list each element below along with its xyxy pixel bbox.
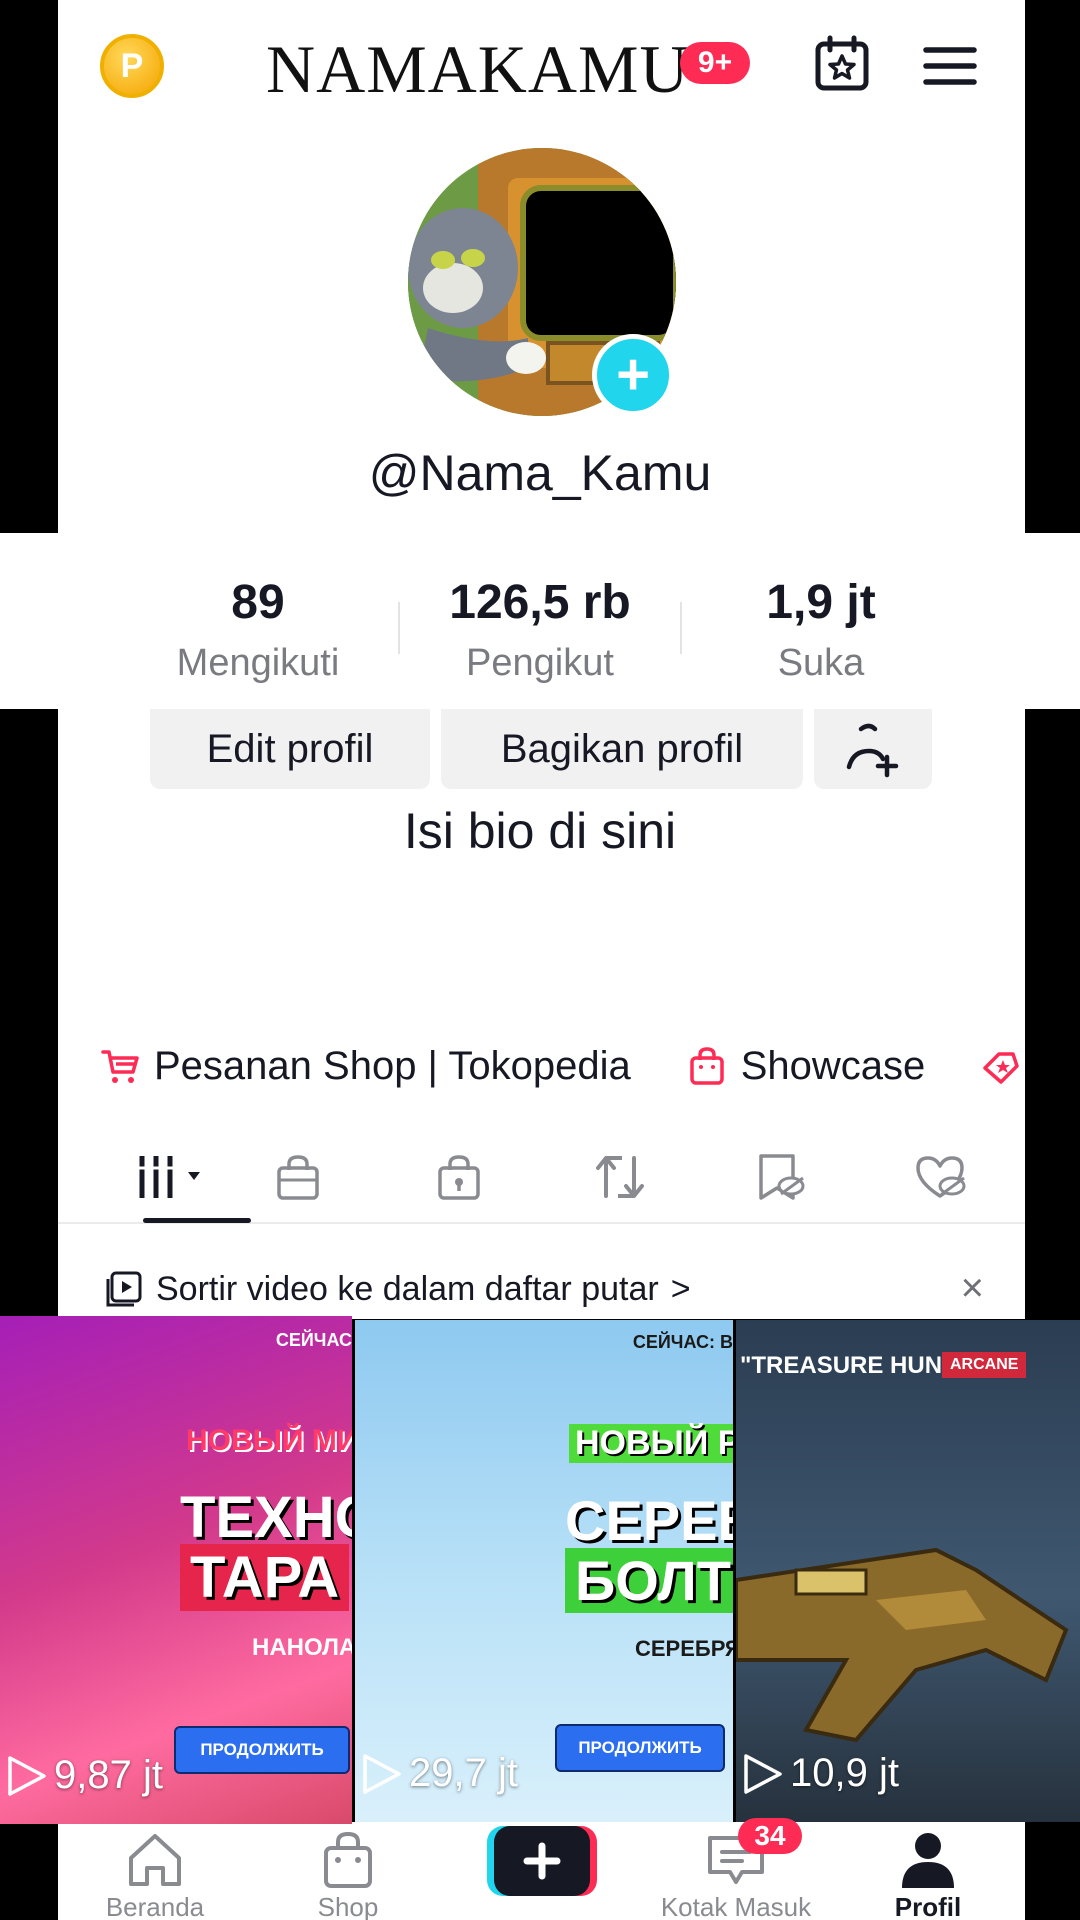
stat-likes[interactable]: 1,9 jt Suka [691,575,951,685]
cart-icon [101,1050,139,1083]
stat-value: 126,5 rb [449,576,631,629]
link-label: Showcase [740,1043,926,1088]
add-friend-button[interactable] [814,709,932,789]
edit-profile-button[interactable]: Edit profil [150,709,430,789]
nav-label: Beranda [105,1892,205,1920]
stat-label: Mengikuti [176,642,340,684]
add-person-icon [846,723,899,778]
content-tabs [58,1130,1025,1224]
shop-bag-icon [277,1155,319,1200]
profile-person-icon [902,1833,954,1888]
view-count: 10,9 jt [740,1751,899,1796]
overlay-text: ТАРА [180,1544,350,1611]
tab-private[interactable] [419,1142,499,1212]
playlist-prompt[interactable]: Sortir video ke dalam daftar putar > × [104,1264,984,1314]
tab-favorites[interactable] [741,1142,821,1212]
profile-links-row: Pesanan Shop | Tokopedia Showcase La [100,1036,1025,1096]
home-icon [129,1834,181,1886]
divider [398,602,400,654]
hamburger-menu-icon[interactable] [920,36,980,96]
create-button[interactable] [487,1826,597,1896]
play-outline-icon [8,1755,46,1796]
link-third[interactable]: La [981,1044,1025,1089]
stat-value: 89 [231,576,285,629]
coin-rewards-icon[interactable]: P [100,34,164,98]
share-profile-button[interactable]: Bagikan profil [441,709,803,789]
calendar-star-icon[interactable] [812,34,872,94]
overlay-text: НАНОЛА [252,1634,352,1661]
notification-badge: 9+ [680,42,750,84]
shop-bag-icon [324,1831,372,1888]
playlist-icon [106,1271,142,1307]
bio-text: Isi bio di sini [403,803,677,859]
video-thumbnail[interactable]: СЕЙЧАС: В НОВЫЙ Р СЕРЕБІ БОЛТ СЕРЕБРЯ ПР… [355,1320,733,1822]
overlay-text: СЕЙЧАС: В [632,1332,733,1352]
tab-videos[interactable] [104,1142,244,1212]
hidden-bookmark-icon [759,1154,805,1200]
plus-icon [487,1826,597,1896]
lock-bag-icon [438,1155,480,1200]
view-count-value: 29,7 jt [409,1751,518,1795]
stat-label: Pengikut [466,642,614,684]
overlay-text: НОВЫЙ МИ [186,1424,352,1457]
nav-label: Profil [894,1892,962,1920]
tab-shop[interactable] [258,1142,338,1212]
nav-label: Kotak Masuk [660,1892,812,1920]
coin-letter: P [120,46,144,85]
overlay-text: НОВЫЙ Р [569,1424,733,1463]
overlay-text: СЕРЕБРЯ [635,1636,733,1661]
overlay-text: СЕЙЧАС [275,1330,352,1350]
link-label: Pesanan Shop | Tokopedia [154,1043,631,1088]
repost-icon [596,1156,644,1198]
nav-shop[interactable]: Shop [268,1826,428,1920]
view-count: 9,87 jt [4,1753,163,1798]
tab-liked[interactable] [902,1142,982,1212]
view-count-value: 10,9 jt [790,1751,899,1795]
hidden-heart-icon [916,1156,966,1198]
video-thumbnail[interactable]: СЕЙЧАС НОВЫЙ МИ ТЕХНО ТАРА НАНОЛА ПРОДОЛ… [0,1316,352,1824]
profile-name-title[interactable]: NAMAKAMU [266,30,690,109]
overlay-cta: ПРОДОЛЖИТЬ [174,1726,350,1774]
divider [680,602,682,654]
view-count-value: 9,87 jt [54,1753,163,1797]
close-icon[interactable]: × [961,1266,984,1311]
overlay-text: БОЛТ [565,1548,733,1613]
profile-content-panel [58,709,1025,1319]
nav-profile[interactable]: Profil [848,1826,1008,1920]
playlist-prompt-label: Sortir video ke dalam daftar putar [156,1269,659,1308]
overlay-cta: ПРОДОЛЖИТЬ [555,1724,725,1772]
active-tab-indicator [143,1218,251,1223]
play-outline-icon [363,1753,401,1794]
shopping-bag-icon [689,1047,724,1085]
username: @Nama_Kamu [368,445,712,501]
stat-followers[interactable]: 126,5 rb Pengikut [410,575,670,685]
add-photo-plus-icon[interactable]: + [592,334,674,416]
nav-label: Shop [317,1892,379,1920]
view-count: 29,7 jt [359,1751,518,1796]
link-shop-orders[interactable]: Pesanan Shop | Tokopedia [100,1044,631,1089]
rifle-illustration [736,1547,1069,1743]
play-outline-icon [744,1753,782,1794]
inbox-badge: 34 [738,1818,802,1854]
overlay-text: ТЕХНО [180,1485,352,1550]
tab-reposts[interactable] [580,1142,660,1212]
overlay-text: ARCANE [942,1352,1027,1378]
stat-label: Suka [777,642,865,684]
overlay-text: СЕРЕБІ [565,1489,733,1552]
grid-icon [136,1156,200,1198]
stat-value: 1,9 jt [766,576,876,629]
chevron-right-icon: > [670,1269,691,1308]
stat-following[interactable]: 89 Mengikuti [128,575,388,685]
nav-home[interactable]: Beranda [75,1826,235,1920]
video-thumbnail[interactable]: "TREASURE HUNTER" ARCANE 10,9 jt [736,1320,1080,1822]
star-tag-icon [983,1052,1020,1084]
link-showcase[interactable]: Showcase [687,1043,926,1089]
